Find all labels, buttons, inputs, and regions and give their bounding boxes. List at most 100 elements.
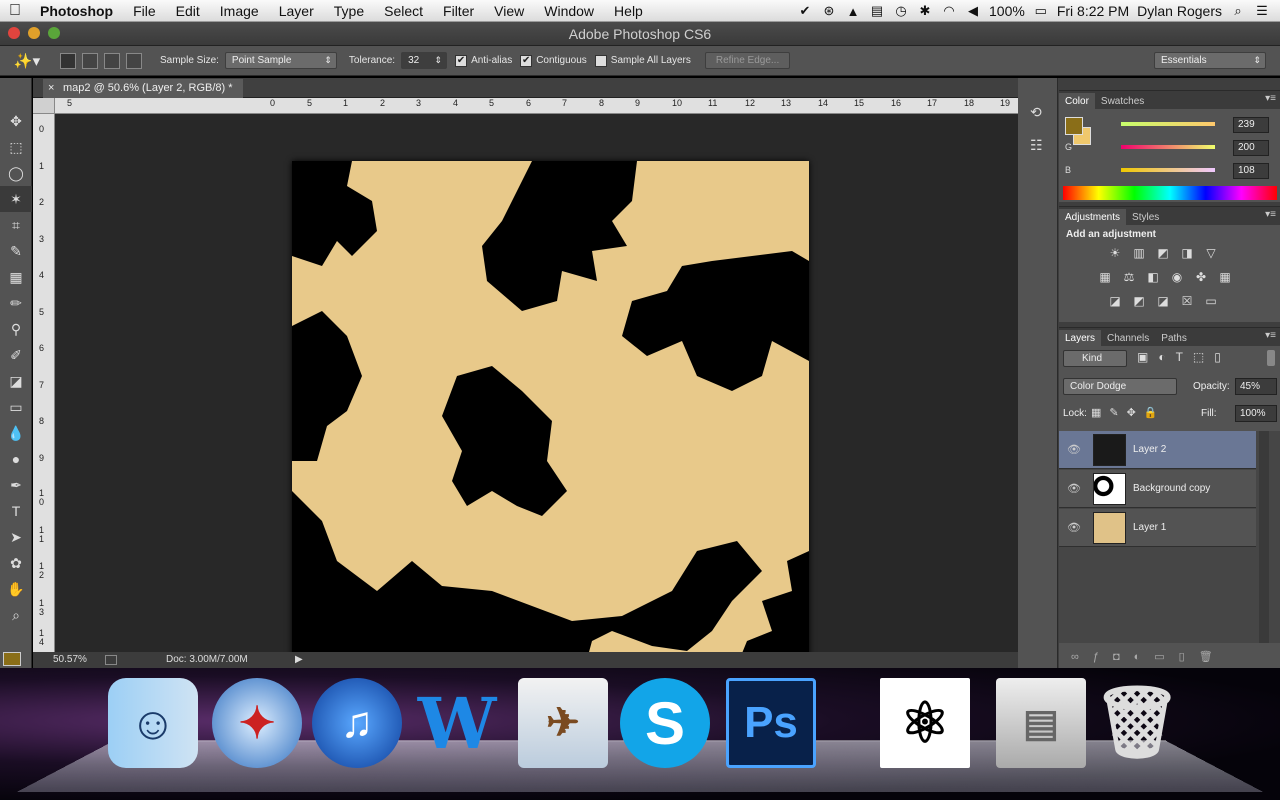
blend-mode-select[interactable]: Color Dodge (1063, 378, 1177, 395)
levels-icon[interactable]: ▥ (1129, 245, 1149, 261)
magic-wand-preset-icon[interactable]: ✨▾ (12, 52, 42, 70)
pen-tool-icon[interactable]: ✒ (0, 472, 32, 498)
sample-all-layers-checkbox[interactable] (594, 54, 607, 67)
path-selection-tool-icon[interactable]: ➤ (0, 524, 32, 550)
zoom-window-button[interactable] (48, 27, 60, 39)
color-lookup-icon[interactable]: ▦ (1215, 269, 1235, 285)
new-selection-icon[interactable] (60, 52, 76, 69)
vertical-ruler[interactable]: 0 1 2 3 4 5 6 7 8 9 1 0 1 1 1 2 1 3 1 4 (33, 114, 55, 652)
filter-toggle[interactable] (1267, 350, 1275, 366)
skype-icon[interactable]: S (620, 678, 710, 768)
exposure-icon[interactable]: ◨ (1177, 245, 1197, 261)
crop-tool-icon[interactable]: ⌗ (0, 212, 32, 238)
document-tab[interactable]: × map2 @ 50.6% (Layer 2, RGB/8) * (43, 79, 243, 98)
canvas-map-image[interactable] (292, 161, 809, 678)
menu-image[interactable]: Image (210, 0, 269, 22)
posterize-icon[interactable]: ◩ (1129, 293, 1149, 309)
layers-footer-icons[interactable]: ∞ƒ◘◐▭▯🗑 (1059, 646, 1280, 668)
finder-icon[interactable]: ☺ (108, 678, 198, 768)
magic-wand-tool-icon[interactable]: ✶ (0, 186, 32, 212)
tab-color[interactable]: Color (1059, 93, 1095, 111)
type-tool-icon[interactable]: T (0, 498, 32, 524)
volume-icon[interactable]: ◀ (965, 3, 981, 18)
layer-filter-icons[interactable]: ▣◐T⬚▯ (1137, 350, 1231, 364)
contiguous-checkbox[interactable]: ✔ (520, 54, 533, 67)
word-icon[interactable]: W (412, 678, 502, 768)
close-window-button[interactable] (8, 27, 20, 39)
blur-tool-icon[interactable]: 💧 (0, 420, 32, 446)
color-balance-icon[interactable]: ⚖ (1119, 269, 1139, 285)
brush-tool-icon[interactable]: ✏ (0, 290, 32, 316)
layer-row[interactable]: 👁 Layer 2 (1059, 431, 1256, 469)
clone-stamp-tool-icon[interactable]: ⚲ (0, 316, 32, 342)
horizontal-ruler[interactable]: 5 0 5 1 2 3 4 5 6 7 8 9 10 11 12 13 14 1… (55, 98, 1018, 114)
basketball-status-icon[interactable]: ⊛ (821, 3, 837, 18)
visibility-eye-icon[interactable]: 👁 (1067, 482, 1081, 495)
atom-icon[interactable]: ⚛ (880, 678, 970, 768)
layer-row[interactable]: 👁 Background copy (1059, 470, 1256, 508)
photoshop-icon[interactable]: Ps (726, 678, 816, 768)
menu-app[interactable]: Photoshop (30, 0, 123, 22)
tab-channels[interactable]: Channels (1101, 330, 1155, 348)
tab-swatches[interactable]: Swatches (1095, 93, 1150, 111)
move-tool-icon[interactable]: ✥ (0, 108, 32, 134)
keyboard-status-icon[interactable]: ▤ (869, 3, 885, 18)
pasteboard[interactable] (56, 115, 1018, 678)
apple-menu-icon[interactable]:  (0, 2, 30, 20)
checkmark-status-icon[interactable]: ✔ (797, 3, 813, 18)
spotlight-search-icon[interactable]: ⌕ (1230, 3, 1246, 18)
history-panel-icon[interactable]: ⟲ (1030, 104, 1057, 121)
user-name[interactable]: Dylan Rogers (1137, 3, 1222, 19)
black-white-icon[interactable]: ◧ (1143, 269, 1163, 285)
blue-slider[interactable]: B 108 (1065, 163, 1269, 183)
mail-icon[interactable]: ✈ (518, 678, 608, 768)
tab-adjustments[interactable]: Adjustments (1059, 209, 1127, 227)
status-menu-arrow-icon[interactable]: ▶ (295, 652, 303, 668)
wifi-icon[interactable]: ◠ (941, 3, 957, 18)
blue-value[interactable]: 108 (1233, 163, 1269, 179)
layer-row[interactable]: 👁 Layer 1 (1059, 509, 1256, 547)
layers-scrollbar[interactable] (1259, 431, 1269, 643)
shape-tool-icon[interactable]: ✿ (0, 550, 32, 576)
dodge-tool-icon[interactable]: ● (0, 446, 32, 472)
red-value[interactable]: 239 (1233, 117, 1269, 133)
tab-paths[interactable]: Paths (1155, 330, 1193, 348)
status-info-icon[interactable] (105, 655, 117, 665)
menu-edit[interactable]: Edit (166, 0, 210, 22)
hand-tool-icon[interactable]: ✋ (0, 576, 32, 602)
eyedropper-tool-icon[interactable]: ✎ (0, 238, 32, 264)
battery-icon[interactable]: ▭ (1033, 3, 1049, 18)
curves-icon[interactable]: ◩ (1153, 245, 1173, 261)
disk-utility-icon[interactable]: ▤ (996, 678, 1086, 768)
visibility-eye-icon[interactable]: 👁 (1067, 521, 1081, 534)
zoom-level[interactable]: 50.57% (53, 652, 87, 668)
green-value[interactable]: 200 (1233, 140, 1269, 156)
ruler-origin[interactable] (33, 98, 55, 114)
tolerance-input[interactable]: 32 (401, 52, 448, 69)
threshold-icon[interactable]: ◪ (1153, 293, 1173, 309)
subtract-selection-icon[interactable] (104, 52, 120, 69)
marquee-tool-icon[interactable]: ⬚ (0, 134, 32, 160)
tab-styles[interactable]: Styles (1126, 209, 1165, 227)
menu-type[interactable]: Type (324, 0, 374, 22)
brightness-icon[interactable]: ☀ (1105, 245, 1125, 261)
healing-brush-tool-icon[interactable]: ▦ (0, 264, 32, 290)
eraser-tool-icon[interactable]: ◪ (0, 368, 32, 394)
add-selection-icon[interactable] (82, 52, 98, 69)
green-slider[interactable]: G 200 (1065, 140, 1269, 160)
gradient-tool-icon[interactable]: ▭ (0, 394, 32, 420)
lock-icons[interactable]: ▦✎✥🔒 (1091, 406, 1166, 419)
menu-help[interactable]: Help (604, 0, 653, 22)
foreground-color-swatch[interactable] (3, 652, 21, 666)
menu-layer[interactable]: Layer (269, 0, 324, 22)
menu-select[interactable]: Select (374, 0, 433, 22)
panel-menu-icon[interactable]: ▾≡ (1265, 209, 1276, 220)
clock[interactable]: Fri 8:22 PM (1057, 3, 1129, 19)
photo-filter-icon[interactable]: ◉ (1167, 269, 1187, 285)
zoom-tool-icon[interactable]: ⌕ (0, 602, 32, 628)
hue-saturation-icon[interactable]: ▦ (1095, 269, 1115, 285)
fill-input[interactable]: 100% (1235, 405, 1277, 422)
foreground-color-chip[interactable] (1065, 117, 1083, 135)
color-spectrum-ramp[interactable] (1063, 186, 1277, 200)
menu-window[interactable]: Window (534, 0, 604, 22)
